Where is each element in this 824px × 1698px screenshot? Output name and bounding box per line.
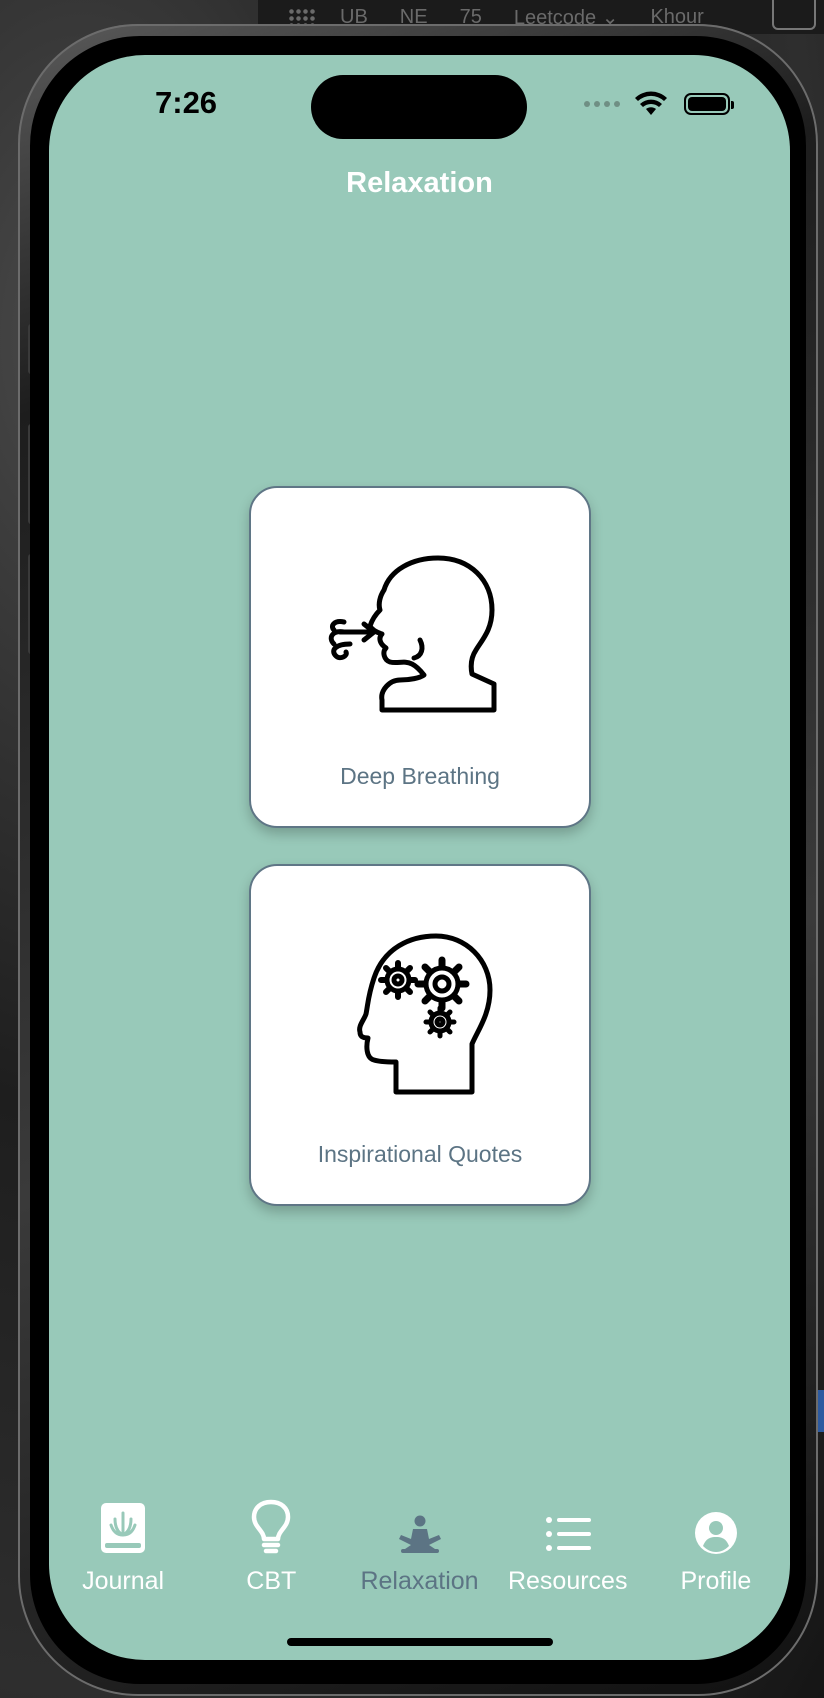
tab-profile[interactable]: Profile — [642, 1495, 790, 1615]
list-icon — [545, 1517, 591, 1551]
battery-icon — [684, 93, 734, 115]
home-indicator[interactable] — [287, 1638, 553, 1646]
page-title: Relaxation — [346, 167, 493, 199]
breathing-head-icon — [328, 555, 497, 713]
tab-label: Journal — [82, 1567, 165, 1595]
dynamic-island — [311, 75, 527, 139]
tab-label: CBT — [246, 1567, 297, 1595]
cellular-signal-icon — [584, 101, 620, 107]
journal-book-icon — [101, 1503, 146, 1553]
tab-resources[interactable]: Resources — [494, 1495, 642, 1615]
meditation-icon — [398, 1515, 441, 1553]
bottom-tab-bar: Journal CBT Relaxation Resources Profile — [49, 1495, 790, 1615]
window-corner-icon — [772, 0, 816, 30]
inspirational-quotes-card[interactable]: Inspirational Quotes — [249, 864, 591, 1206]
tab-journal[interactable]: Journal — [49, 1495, 197, 1615]
card-illustration — [251, 926, 589, 1106]
status-indicators — [584, 91, 734, 117]
card-illustration — [251, 540, 589, 730]
app-screen: 7:26 Relaxation Deep Breathing Inspirati… — [49, 55, 790, 1660]
tab-relaxation[interactable]: Relaxation — [345, 1495, 493, 1615]
tab-label: Profile — [680, 1567, 752, 1595]
profile-icon — [694, 1512, 737, 1554]
card-label: Deep Breathing — [340, 763, 500, 789]
head-gears-icon — [357, 933, 493, 1095]
lightbulb-icon — [252, 1499, 291, 1554]
tab-cbt[interactable]: CBT — [197, 1495, 345, 1615]
card-label: Inspirational Quotes — [317, 1141, 523, 1167]
wifi-icon — [635, 91, 667, 115]
tab-label: Resources — [507, 1567, 628, 1595]
desktop-edge-accent — [818, 1390, 824, 1432]
deep-breathing-card[interactable]: Deep Breathing — [249, 486, 591, 828]
tab-label: Relaxation — [360, 1567, 479, 1595]
status-time: 7:26 — [155, 85, 218, 120]
